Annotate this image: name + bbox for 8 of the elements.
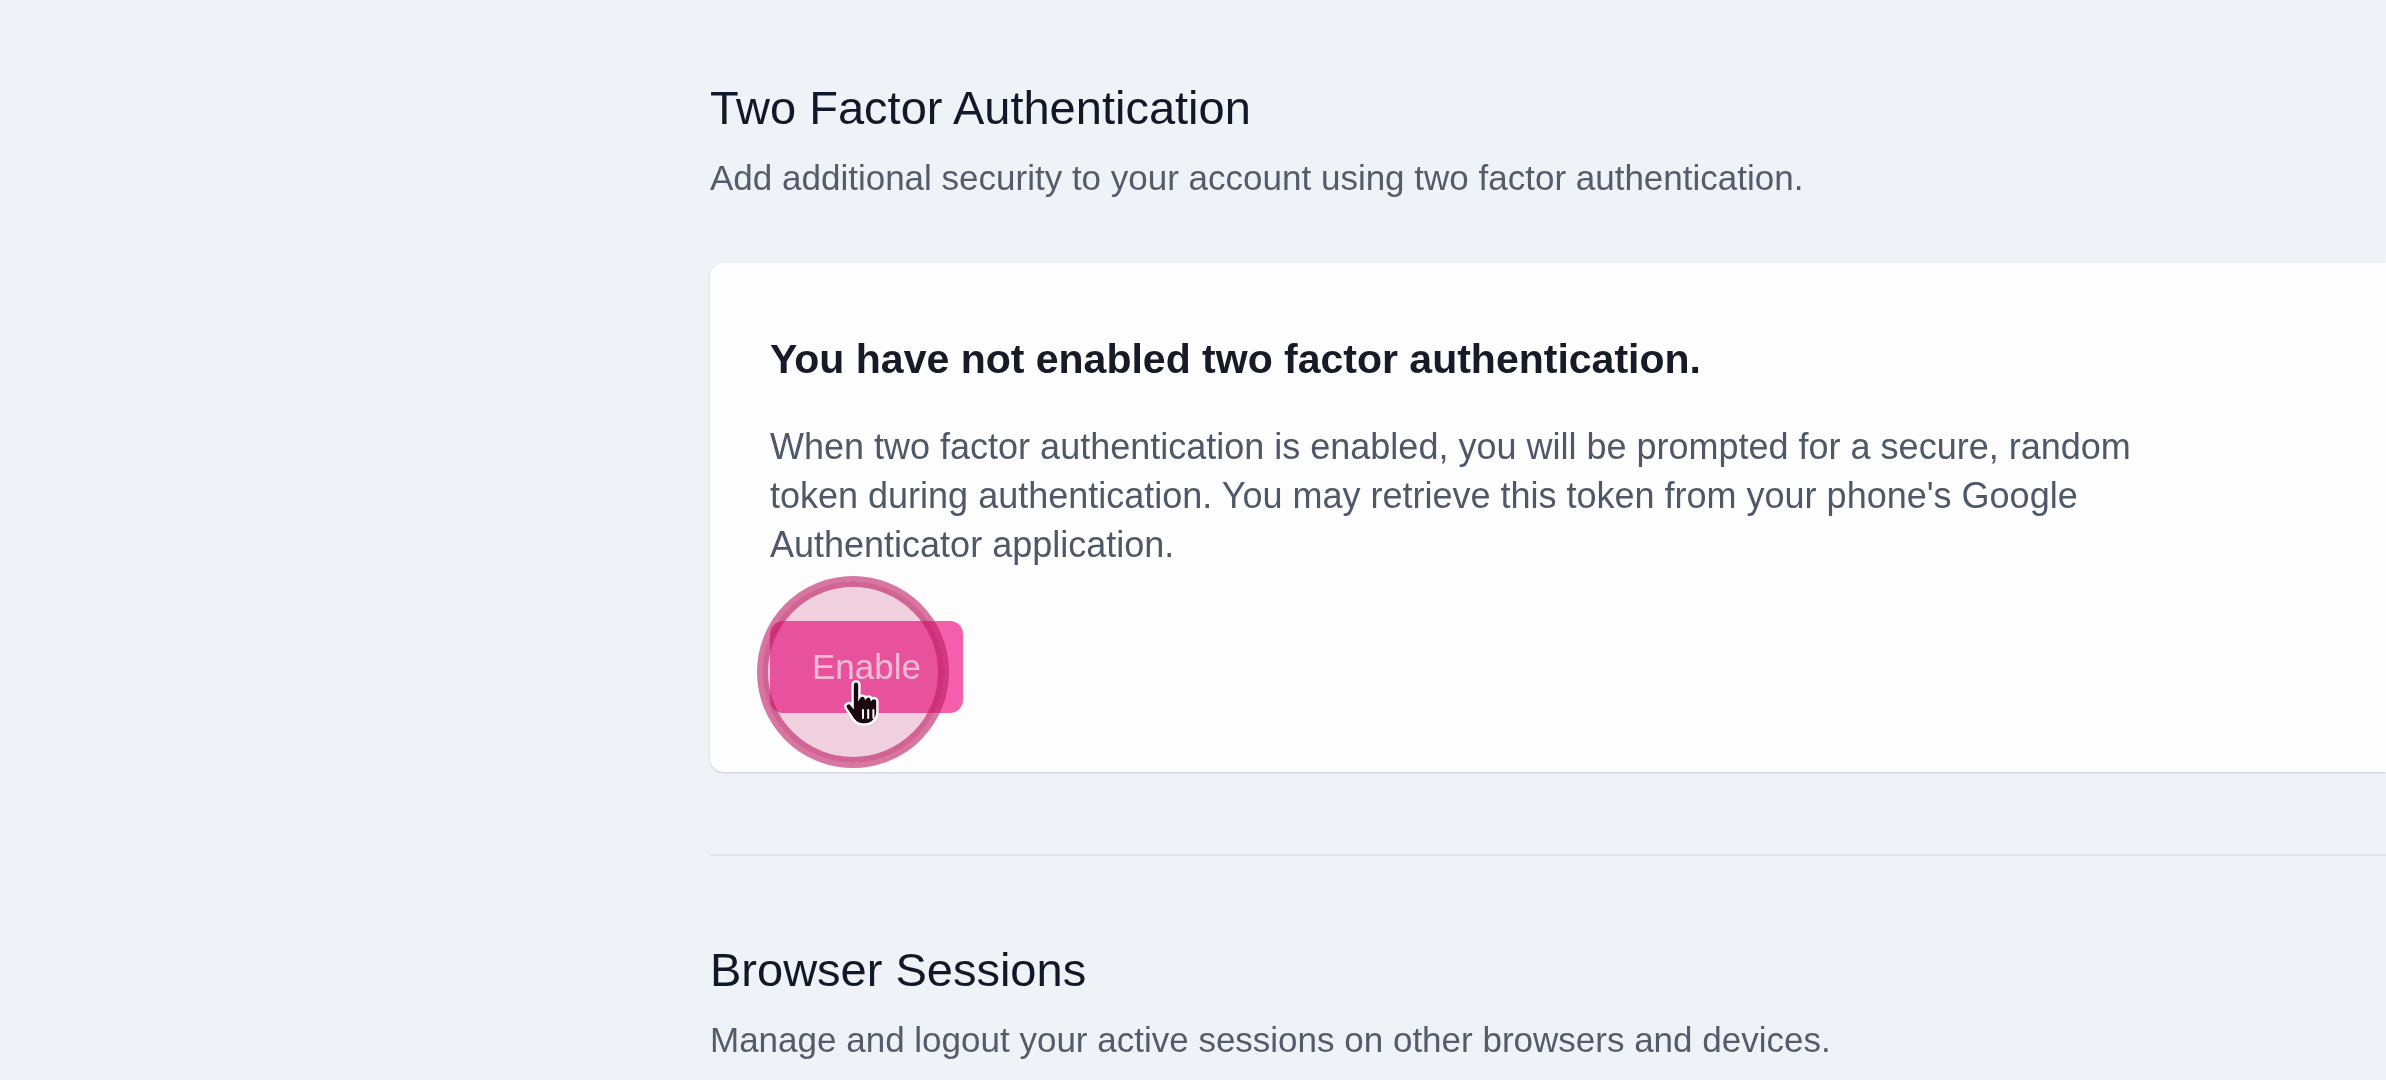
notice-text: When two factor authentication is enabled, you will be prompted for a secure, random token during authentication. You may retrieve this token from your phone's Google Authenticator application.: [770, 425, 2132, 567]
enable-button[interactable]: Enable: [770, 621, 963, 713]
section-description: Manage and logout your active sessions on other browsers and devices.: [710, 1019, 1832, 1061]
click-indicator-icon: [757, 576, 949, 768]
section-description: Add additional security to your account using two factor authentication.: [710, 157, 1805, 199]
section-title: Browser Sessions: [710, 942, 1088, 998]
section-title: Two Factor Authentication: [710, 80, 1252, 136]
notice-heading: You have not enabled two factor authentication.: [770, 335, 1702, 384]
